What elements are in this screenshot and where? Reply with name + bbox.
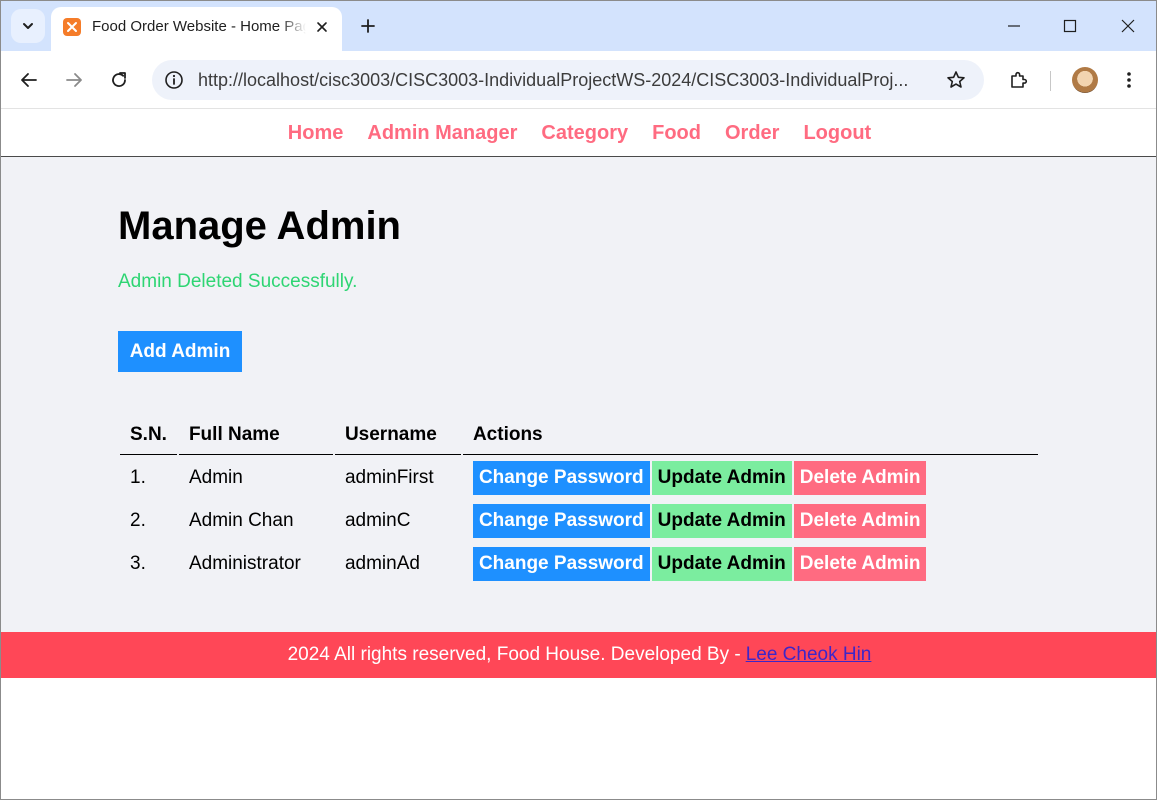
nav-link-logout[interactable]: Logout [803, 121, 871, 145]
cell-username: adminFirst [344, 467, 434, 488]
footer-text: 2024 All rights reserved, Food House. De… [287, 644, 741, 665]
bookmark-star-icon[interactable] [944, 68, 968, 92]
footer-author-link[interactable]: Lee Cheok Hin [746, 644, 872, 666]
delete-admin-button[interactable]: Delete Admin [793, 460, 927, 495]
table-row: 1. Admin adminFirst Change Password Updat… [120, 457, 1038, 498]
table-row: 3. Administrator adminAd Change Password… [120, 543, 1038, 584]
tab-title: Food Order Website - Home Page [92, 18, 306, 35]
cell-actions: Change Password Update Admin Delete Admin [463, 457, 1038, 498]
cell-sn: 1. [130, 467, 146, 488]
page-title: Manage Admin [118, 204, 401, 248]
change-password-button[interactable]: Change Password [472, 460, 650, 495]
close-tab-icon[interactable] [311, 16, 333, 38]
admin-table: S.N. Full Name Username Actions 1. Admin… [118, 414, 1040, 586]
browser-window: Food Order Website - Home Page http://lo… [0, 0, 1157, 800]
extensions-puzzle-icon[interactable] [1001, 63, 1035, 97]
column-header-full-name: Full Name [178, 416, 333, 455]
minimize-icon[interactable] [991, 7, 1037, 45]
tab-search-button[interactable] [11, 9, 45, 43]
nav-link-food[interactable]: Food [652, 121, 701, 145]
address-bar[interactable]: http://localhost/cisc3003/CISC3003-Indiv… [152, 60, 984, 100]
cell-full-name: Admin Chan [188, 510, 294, 531]
update-admin-button[interactable]: Update Admin [651, 546, 792, 581]
delete-admin-button[interactable]: Delete Admin [793, 503, 927, 538]
cell-full-name: Administrator [188, 553, 301, 574]
new-tab-icon[interactable] [355, 13, 381, 39]
column-header-sn: S.N. [120, 416, 177, 455]
add-admin-button[interactable]: Add Admin [118, 331, 242, 372]
chevron-down-icon [23, 23, 33, 29]
change-password-button[interactable]: Change Password [472, 546, 650, 581]
maximize-icon[interactable] [1047, 7, 1093, 45]
column-header-username: Username [334, 416, 461, 455]
browser-tab-active[interactable]: Food Order Website - Home Page [51, 7, 342, 51]
nav-link-category[interactable]: Category [541, 121, 628, 145]
back-arrow-icon[interactable] [12, 63, 46, 97]
success-message: Admin Deleted Successfully. [118, 271, 358, 292]
nav-link-order[interactable]: Order [725, 121, 779, 145]
forward-arrow-icon[interactable] [57, 63, 91, 97]
xampp-favicon-icon [63, 18, 81, 36]
more-menu-icon[interactable] [1112, 63, 1146, 97]
browser-toolbar: http://localhost/cisc3003/CISC3003-Indiv… [1, 51, 1156, 109]
profile-avatar[interactable] [1072, 67, 1098, 93]
cell-sn: 2. [130, 510, 146, 531]
url-text[interactable]: http://localhost/cisc3003/CISC3003-Indiv… [198, 70, 938, 91]
cell-actions: Change Password Update Admin Delete Admin [463, 500, 1038, 541]
table-row: 2. Admin Chan adminC Change Password Upda… [120, 500, 1038, 541]
close-window-icon[interactable] [1105, 7, 1151, 45]
footer: 2024 All rights reserved, Food House. De… [1, 632, 1156, 678]
cell-actions: Change Password Update Admin Delete Admin [463, 543, 1038, 584]
nav-link-home[interactable]: Home [288, 121, 344, 145]
main-content: Manage Admin Admin Deleted Successfully.… [1, 157, 1156, 632]
toolbar-separator [1050, 71, 1051, 91]
nav-link-admin-manager[interactable]: Admin Manager [367, 121, 517, 145]
cell-sn: 3. [130, 553, 146, 574]
info-icon[interactable] [162, 68, 186, 92]
tab-strip: Food Order Website - Home Page [1, 1, 1156, 51]
delete-admin-button[interactable]: Delete Admin [793, 546, 927, 581]
update-admin-button[interactable]: Update Admin [651, 460, 792, 495]
cell-username: adminAd [344, 553, 420, 574]
update-admin-button[interactable]: Update Admin [651, 503, 792, 538]
web-page: Home Admin Manager Category Food Order L… [1, 110, 1156, 799]
cell-full-name: Admin [188, 467, 243, 488]
table-header-row: S.N. Full Name Username Actions [120, 416, 1038, 455]
change-password-button[interactable]: Change Password [472, 503, 650, 538]
column-header-actions: Actions [462, 416, 1038, 455]
cell-username: adminC [344, 510, 411, 531]
nav-menu: Home Admin Manager Category Food Order L… [1, 110, 1156, 157]
reload-icon[interactable] [102, 63, 136, 97]
